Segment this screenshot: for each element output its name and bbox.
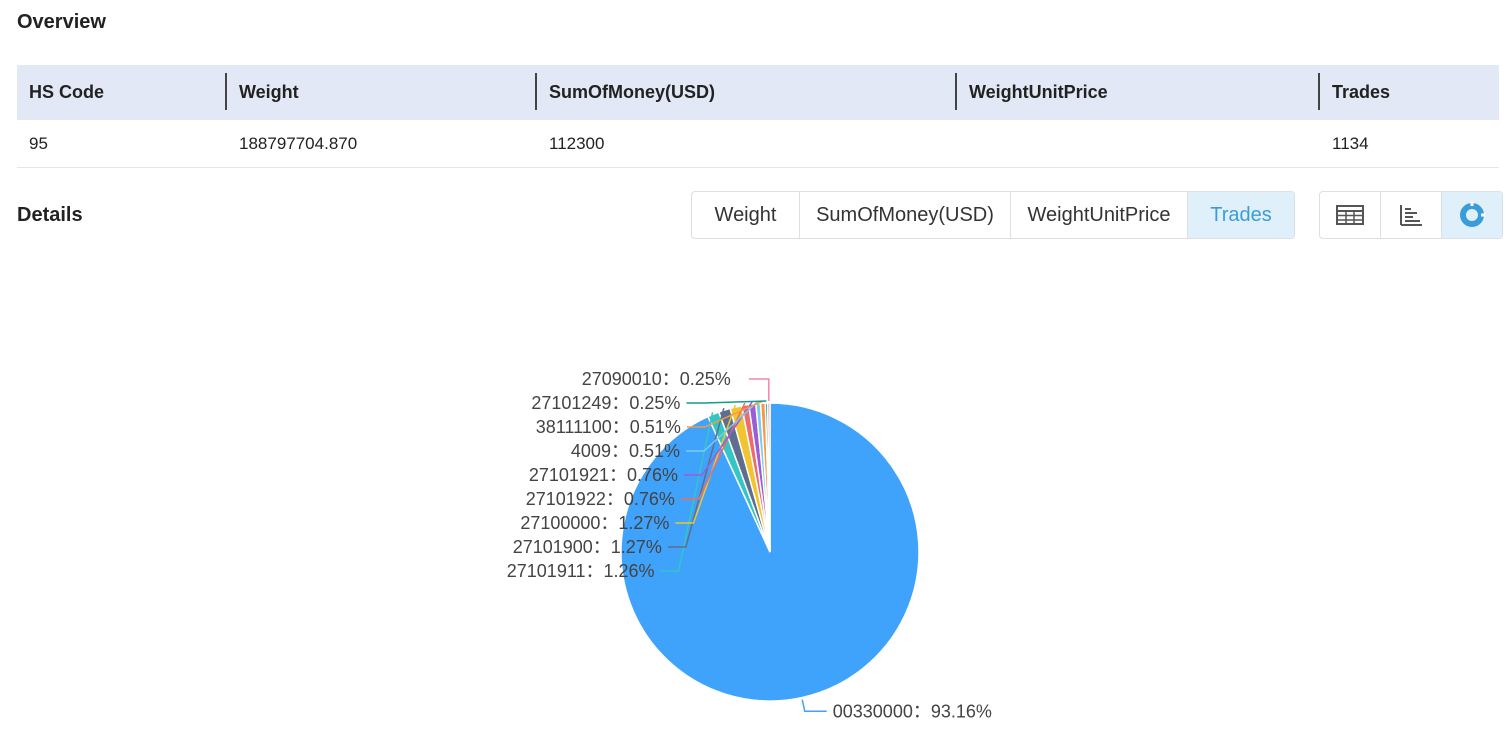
cell-weight: 188797704.870 (239, 133, 358, 153)
tab-weight-unit-price[interactable]: WeightUnitPrice (1011, 192, 1188, 238)
column-divider[interactable] (535, 73, 537, 110)
bar-chart-icon (1400, 205, 1422, 226)
column-divider[interactable] (1318, 73, 1320, 110)
details-title: Details (17, 204, 83, 226)
metric-tabs: Weight SumOfMoney(USD) WeightUnitPrice T… (691, 191, 1295, 239)
pie-slice-label: 27100000：1.27% (520, 513, 669, 533)
pie-slice-label: 27101900：1.27% (513, 537, 662, 557)
table-view-button[interactable] (1320, 192, 1381, 238)
pie-slice-label: 27101911：1.26% (507, 561, 655, 581)
tab-weight[interactable]: Weight (692, 192, 800, 238)
header-hs-code: HS Code (29, 82, 105, 102)
cell-hs-code: 95 (29, 133, 48, 153)
header-weight-unit-price: WeightUnitPrice (969, 82, 1108, 102)
header-sum-of-money: SumOfMoney(USD) (549, 82, 715, 102)
pie-slice-label: 38111100：0.51% (536, 417, 681, 437)
view-toggle (1319, 191, 1503, 239)
pie-slice-label: 27101249：0.25% (531, 393, 680, 413)
header-trades: Trades (1332, 82, 1391, 102)
bar-view-button[interactable] (1381, 192, 1442, 238)
pie-label-line (748, 378, 770, 402)
cell-trades: 1134 (1332, 133, 1369, 153)
pie-slice-label: 27101921：0.76% (529, 465, 678, 485)
pie-view-button[interactable] (1442, 192, 1502, 238)
pie-slice-label: 00330000：93.16% (833, 701, 992, 721)
pie-chart-icon (1460, 202, 1485, 227)
tab-trades[interactable]: Trades (1188, 192, 1294, 238)
table-row: 95 188797704.870 112300 1134 (17, 120, 1499, 168)
pie-chart: 00330000：93.16% 27101911：1.26% 27101900：1.… (507, 369, 992, 721)
pie-slice-label: 27101922：0.76% (526, 489, 675, 509)
column-divider[interactable] (225, 73, 227, 110)
pie-label-line (801, 699, 827, 713)
pie-label-line (686, 400, 767, 404)
header-weight: Weight (239, 82, 299, 102)
tab-sum-of-money[interactable]: SumOfMoney(USD) (800, 192, 1011, 238)
column-divider[interactable] (955, 73, 957, 110)
table-header-row: HS Code Weight SumOfMoney(USD) WeightUni… (17, 65, 1499, 120)
overview-title: Overview (17, 11, 106, 33)
pie-slice-label: 27090010：0.25% (582, 369, 731, 389)
table-view-icon (1336, 205, 1364, 225)
overview-table: HS Code Weight SumOfMoney(USD) WeightUni… (17, 65, 1499, 168)
cell-sum-of-money: 112300 (549, 133, 605, 153)
pie-slice-label: 4009：0.51% (571, 441, 680, 461)
